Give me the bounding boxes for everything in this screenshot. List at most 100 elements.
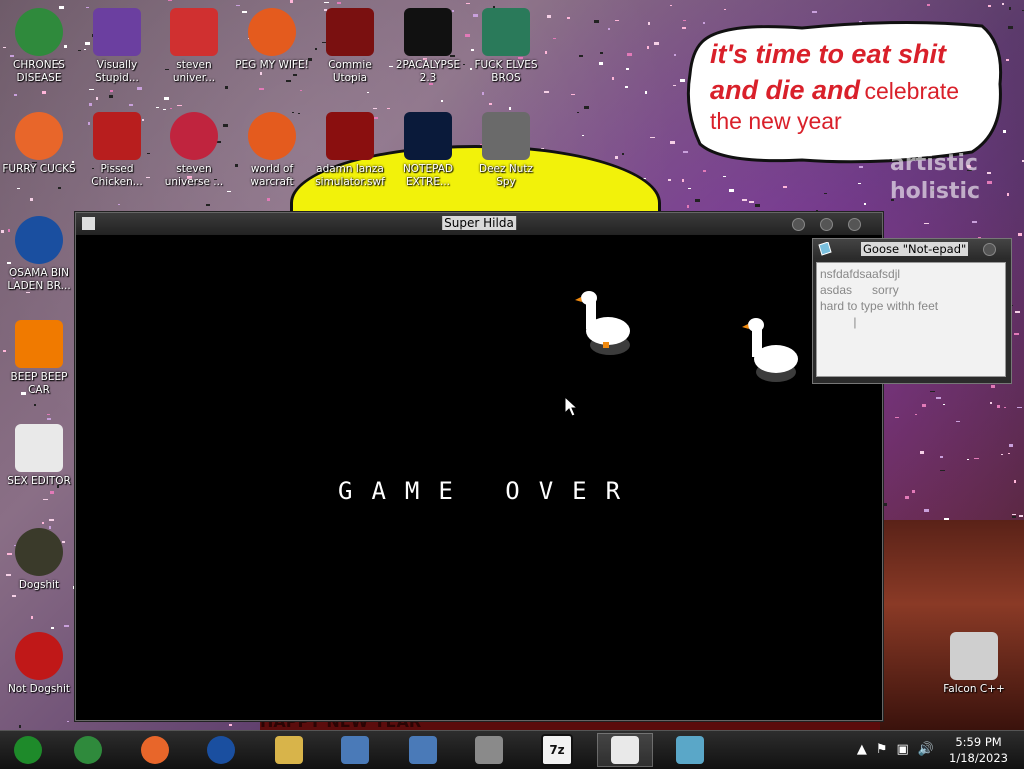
desktop-icon[interactable]: NOTEPAD EXTRE... [391, 112, 465, 189]
taskbar-chrome[interactable] [60, 733, 116, 767]
gem-icon [170, 112, 218, 160]
desktop-icon[interactable]: 2PACALYPSE 2.3 [391, 8, 465, 85]
confetti-piece [177, 105, 182, 106]
vlc-icon [15, 320, 63, 368]
notepad-titlebar[interactable]: Goose "Not-epad" [813, 239, 1011, 259]
confetti-piece [615, 156, 618, 159]
volume-icon[interactable]: 🔊 [918, 742, 934, 757]
taskbar: 7z ▲ ⚑ ▣ 🔊 5:59 PM 1/18/2023 [0, 730, 1024, 769]
desktop-icon[interactable]: steven universe ... [157, 112, 231, 189]
desktop-icon[interactable]: FURRY CUCKS [2, 112, 76, 176]
terminal-icon [404, 8, 452, 56]
desktop-icon[interactable]: BEEP BEEP CAR [2, 320, 76, 397]
confetti-piece [864, 203, 866, 205]
desktop-icon[interactable]: OSAMA BIN LADEN BR... [2, 216, 76, 293]
start-button[interactable] [0, 733, 56, 767]
desktop-icon[interactable]: Falcon C++ [937, 632, 1011, 696]
confetti-piece [547, 15, 551, 18]
confetti-piece [31, 616, 33, 619]
flag-icon[interactable]: ⚑ [876, 742, 888, 757]
game-window[interactable]: Super Hilda GAME OVER [75, 212, 883, 721]
desktop-icon-label: CHRONES DISEASE [13, 59, 65, 84]
confetti-piece [96, 97, 98, 100]
confetti-piece [615, 20, 619, 21]
confetti-piece [337, 2, 341, 4]
confetti-piece [930, 391, 935, 392]
desktop-icon[interactable]: steven univer... [157, 8, 231, 85]
desktop-icon[interactable]: Deez Nutz Spy [469, 112, 543, 189]
desktop-icon[interactable]: SEX EDITOR [2, 424, 76, 488]
notepad-extreme-icon [404, 112, 452, 160]
desktop-icon[interactable]: FUCK ELVES BROS [469, 8, 543, 85]
goose-sprite-2 [742, 318, 798, 382]
confetti-piece [600, 52, 603, 54]
desktop-icon[interactable]: Commie Utopia [313, 8, 387, 85]
desktop-icon[interactable]: Pissed Chicken... [80, 112, 154, 189]
confetti-piece [129, 104, 133, 106]
confetti-piece [156, 107, 159, 108]
confetti-piece [67, 721, 69, 722]
desktop-icon[interactable]: CHRONES DISEASE [2, 8, 76, 85]
confetti-piece [972, 221, 977, 223]
game-window-title: Super Hilda [442, 216, 516, 230]
confetti-piece [674, 54, 676, 56]
confetti-piece [974, 458, 979, 459]
confetti-piece [915, 414, 917, 415]
confetti-piece [749, 201, 754, 203]
taskbar-goose[interactable] [597, 733, 653, 767]
confetti-piece [990, 402, 992, 404]
chevron-up-icon[interactable]: ▲ [857, 742, 867, 757]
taskbar-notepad[interactable] [662, 733, 718, 767]
taskbar-obama[interactable] [193, 733, 249, 767]
mouse-cursor [564, 395, 579, 417]
confetti-piece [577, 112, 579, 113]
desktop-icon-label: Commie Utopia [328, 59, 372, 84]
confetti-piece [206, 204, 210, 206]
codeblocks-icon [15, 528, 63, 576]
confetti-piece [267, 198, 270, 201]
confetti-piece [51, 627, 54, 629]
confetti-piece [544, 91, 549, 93]
confetti-piece [650, 137, 655, 138]
confetti-piece [912, 490, 915, 493]
close-button[interactable] [848, 218, 861, 231]
obama-logo-icon [207, 736, 235, 764]
maximize-button[interactable] [820, 218, 833, 231]
notepad-text-area[interactable]: nsfdafdsaafsdjl asdas sorry hard to type… [816, 262, 1006, 377]
notepad-close-button[interactable] [983, 243, 996, 256]
confetti-piece [824, 193, 827, 194]
taskbar-network-1[interactable] [327, 733, 383, 767]
desktop-icon[interactable]: world of warcraft [235, 112, 309, 189]
game-over-text: GAME OVER [338, 477, 640, 505]
notepad-line: | [820, 315, 857, 329]
confetti-piece [30, 198, 33, 201]
game-titlebar[interactable]: Super Hilda [76, 213, 882, 235]
confetti-piece [170, 108, 172, 109]
confetti-piece [89, 89, 94, 90]
confetti-piece [627, 53, 632, 56]
notepad-line: hard to type withh feet [820, 299, 939, 313]
taskbar-network-2[interactable] [395, 733, 451, 767]
desktop-icon-label: FURRY CUCKS [2, 163, 76, 175]
confetti-piece [608, 28, 610, 30]
confetti-piece [227, 191, 231, 192]
confetti-piece [927, 4, 930, 6]
minimize-button[interactable] [792, 218, 805, 231]
taskbar-7zip[interactable]: 7z [529, 733, 585, 767]
desktop-icon[interactable]: Visually Stupid... [80, 8, 154, 85]
taskbar-explorer[interactable] [261, 733, 317, 767]
confetti-piece [895, 417, 899, 418]
confetti-piece [259, 88, 264, 90]
taskbar-firefox[interactable] [127, 733, 183, 767]
desktop-icon[interactable]: Not Dogshit [2, 632, 76, 696]
notepad-window[interactable]: Goose "Not-epad" nsfdafdsaafsdjl asdas s… [812, 238, 1012, 384]
commie-utopia-icon [326, 8, 374, 56]
taskbar-archive[interactable] [461, 733, 517, 767]
network-tray-icon[interactable]: ▣ [897, 742, 909, 757]
clock[interactable]: 5:59 PM 1/18/2023 [949, 734, 1008, 766]
desktop-icon[interactable]: Dogshit [2, 528, 76, 592]
desktop-icon[interactable]: PEG MY WIFE! [235, 8, 309, 72]
desktop-icon[interactable]: adamn lanza simulator.swf [313, 112, 387, 189]
game-canvas[interactable]: GAME OVER [76, 235, 882, 720]
peggle-icon [248, 8, 296, 56]
